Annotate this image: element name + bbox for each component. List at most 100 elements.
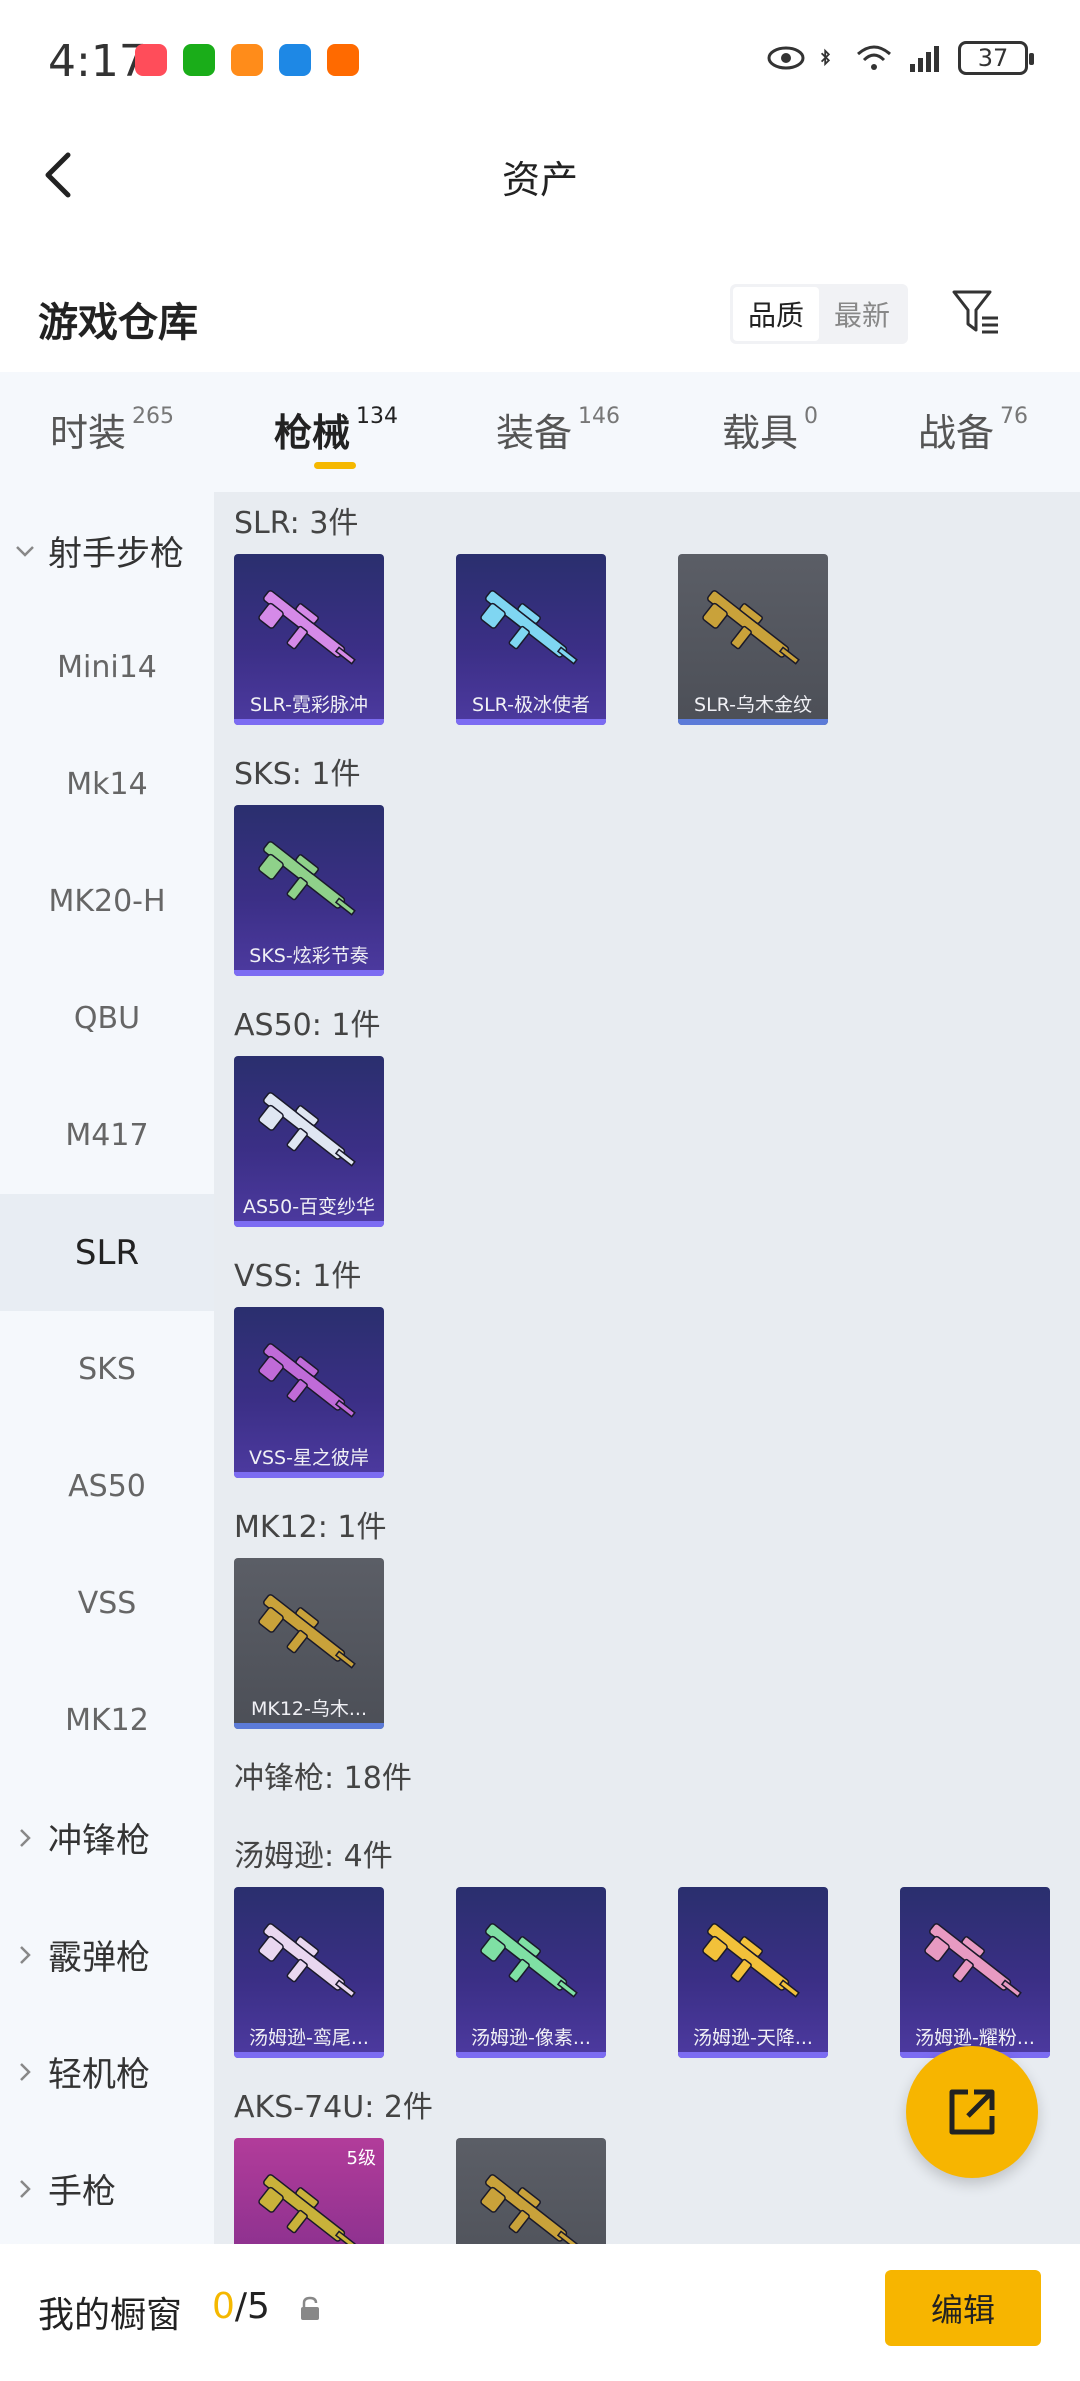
showcase-count-total: /5: [234, 2286, 270, 2327]
weapon-skin-image: [258, 1594, 356, 1669]
sort-option-quality[interactable]: 品质: [733, 287, 819, 341]
sidebar-group[interactable]: 冲锋枪: [0, 1779, 214, 1896]
weapon-card[interactable]: SLR-乌木金纹: [678, 554, 828, 725]
cellular-signal-icon: [910, 46, 939, 72]
share-external-icon: [949, 2089, 995, 2135]
sidebar-group[interactable]: 手枪: [0, 2130, 214, 2247]
chevron-right-icon: [20, 2179, 31, 2198]
showcase-count-current: 0: [212, 2286, 235, 2327]
weapon-name: AS50-百变纱华: [242, 1196, 376, 1218]
section-title: 汤姆逊: 4件: [234, 1839, 393, 1874]
sidebar-label: MK12: [65, 1703, 149, 1738]
weapon-name: MK12-乌木...: [250, 1698, 367, 1720]
weapon-name: VSS-星之彼岸: [249, 1447, 369, 1469]
tab-vehicles[interactable]: 载具 0: [722, 402, 818, 457]
sidebar-item[interactable]: SLR: [0, 1194, 214, 1311]
weapon-skin-image: [702, 590, 800, 665]
status-bar: 4:17 37: [0, 0, 1080, 125]
wechat-app-icon: [183, 44, 215, 76]
weapon-skin-image: [258, 841, 356, 916]
weapon-card[interactable]: AS50-百变纱华: [234, 1056, 384, 1227]
showcase-label: 我的橱窗: [38, 2295, 183, 2336]
weapon-skin-image: [480, 2174, 578, 2244]
sidebar-item[interactable]: MK12: [0, 1662, 214, 1779]
status-right-icons: 37: [766, 40, 1034, 76]
sidebar-item[interactable]: Mk14: [0, 726, 214, 843]
browser-app-icon: [279, 44, 311, 76]
weapon-card[interactable]: VSS-星之彼岸: [234, 1307, 384, 1478]
section-title: VSS: 1件: [234, 1259, 362, 1294]
weapon-name: SLR-极冰使者: [472, 694, 590, 716]
shop-app-icon: [135, 44, 167, 76]
sidebar-label: M417: [65, 1118, 149, 1153]
section-title: SLR: 3件: [234, 506, 359, 541]
video-app-icon: [327, 44, 359, 76]
weapon-card[interactable]: [456, 2138, 606, 2244]
tab-count: 76: [1000, 404, 1029, 429]
chevron-right-icon: [20, 1828, 31, 1847]
weapon-card[interactable]: SLR-霓彩脉冲: [234, 554, 384, 725]
notification-app-icons: [135, 44, 359, 76]
eye-icon: [767, 46, 805, 70]
sidebar-item[interactable]: SKS: [0, 1311, 214, 1428]
sidebar-label: MK20-H: [48, 884, 166, 919]
sidebar-item[interactable]: MK20-H: [0, 843, 214, 960]
weapon-card[interactable]: 汤姆逊-像素...: [456, 1887, 606, 2058]
sidebar-item[interactable]: Mini14: [0, 609, 214, 726]
tab-count: 146: [578, 404, 621, 429]
weapon-name: SLR-乌木金纹: [694, 694, 812, 716]
tab-supplies[interactable]: 战备 76: [918, 402, 1028, 457]
share-button[interactable]: [906, 2046, 1038, 2178]
sidebar-label: 霰弹枪: [48, 1938, 150, 1978]
weapon-name: 汤姆逊-鸾尾...: [249, 2027, 369, 2049]
sidebar-item[interactable]: QBU: [0, 960, 214, 1077]
lock-icon: [301, 2296, 319, 2320]
weapon-card[interactable]: 汤姆逊-天降...: [678, 1887, 828, 2058]
sidebar-item[interactable]: VSS: [0, 1545, 214, 1662]
sidebar-label: 轻机枪: [48, 2055, 150, 2095]
status-time: 4:17: [48, 36, 147, 87]
sidebar-group[interactable]: 轻机枪: [0, 2013, 214, 2130]
sidebar-label: SLR: [74, 1232, 140, 1273]
bluetooth-icon: [820, 48, 831, 67]
sidebar-item[interactable]: M417: [0, 1077, 214, 1194]
weapon-card[interactable]: MK12-乌木...: [234, 1558, 384, 1729]
section-title: AKS-74U: 2件: [234, 2090, 433, 2125]
weapon-skin-image: [258, 1343, 356, 1418]
tab-firearms[interactable]: 枪械 134: [274, 402, 398, 457]
section-title: SKS: 1件: [234, 757, 361, 792]
tab-count: 134: [356, 404, 399, 429]
weapon-card[interactable]: SLR-极冰使者: [456, 554, 606, 725]
sidebar-item[interactable]: AS50: [0, 1428, 214, 1545]
sidebar-label: AS50: [68, 1469, 146, 1504]
sidebar-label: VSS: [77, 1586, 137, 1621]
category-tabs: 时装 265 枪械 134 装备 146 载具 0 战备 76: [0, 372, 1080, 492]
tab-count: 0: [804, 404, 819, 429]
weapon-grid: SLR: 3件 SLR-霓彩脉冲 SLR-极冰使者 SLR-乌木金纹 SKS: 1件 SK…: [214, 492, 1080, 2244]
sort-option-newest[interactable]: 最新: [819, 287, 905, 341]
sidebar-label: Mini14: [57, 650, 157, 685]
tab-label: 装备: [496, 411, 573, 455]
weapon-level-badge: 5级: [346, 2148, 376, 2169]
weapon-card[interactable]: 汤姆逊-鸾尾...: [234, 1887, 384, 2058]
weapon-skin-image: [258, 1923, 356, 1998]
sidebar-group[interactable]: 霰弹枪: [0, 1896, 214, 2013]
section-title: 冲锋枪: 18件: [234, 1761, 412, 1796]
tab-fashion[interactable]: 时装 265: [50, 402, 174, 457]
weapon-card[interactable]: SKS-炫彩节奏: [234, 805, 384, 976]
edit-button[interactable]: 编辑: [885, 2270, 1041, 2346]
tab-label: 枪械: [274, 411, 351, 455]
section-title: AS50: 1件: [234, 1008, 381, 1043]
weapon-card[interactable]: 5级: [234, 2138, 384, 2244]
weapon-skin-image: [480, 590, 578, 665]
weapon-skin-image: [258, 2174, 356, 2244]
tab-equipment[interactable]: 装备 146: [496, 402, 620, 457]
weapon-card[interactable]: 汤姆逊-耀粉...: [900, 1887, 1050, 2058]
sidebar-label: 冲锋枪: [48, 1821, 150, 1861]
sidebar-group[interactable]: 射手步枪: [0, 492, 214, 609]
weapon-name: SKS-炫彩节奏: [249, 945, 369, 967]
chevron-right-icon: [20, 2062, 31, 2081]
filter-icon[interactable]: [950, 286, 1002, 338]
wifi-icon: [857, 45, 891, 70]
sidebar-label: 手枪: [48, 2172, 116, 2212]
